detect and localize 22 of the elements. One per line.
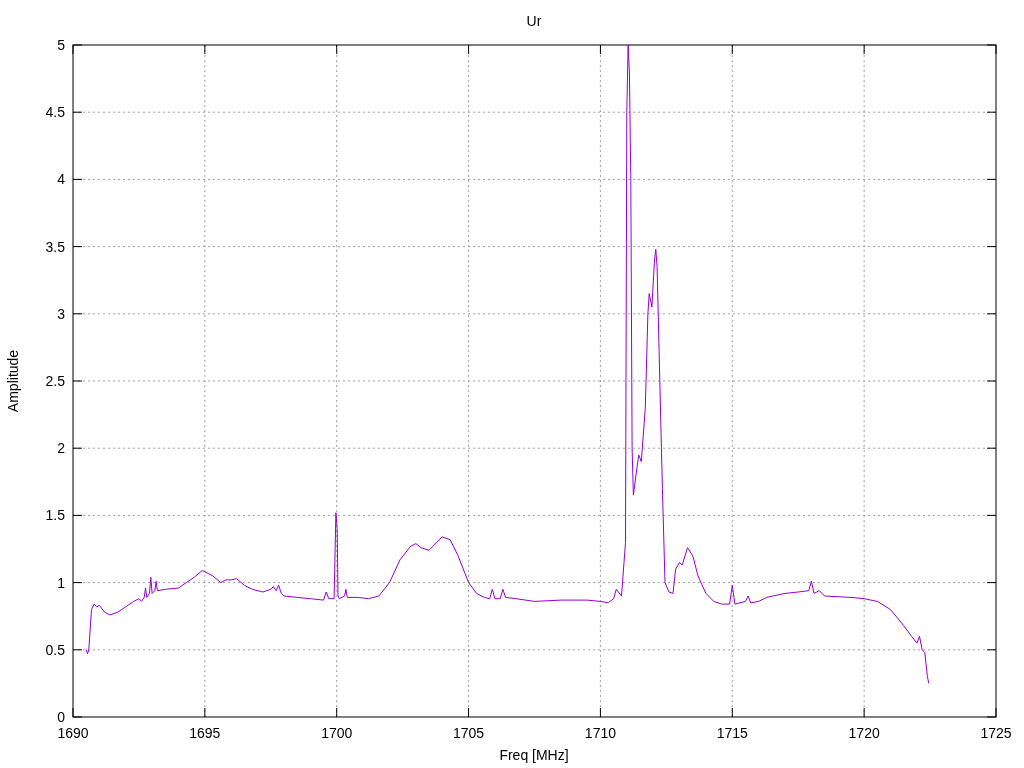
y-axis-title: Amplitude (5, 349, 21, 413)
tick-label: 2 (57, 440, 65, 457)
tick-label: 1725 (980, 725, 1012, 741)
tick-label: 1715 (716, 725, 748, 741)
tick-label: 1710 (584, 725, 616, 741)
tick-label: 2.5 (45, 373, 65, 389)
tick-label: 3.5 (45, 238, 65, 255)
x-axis-title: Freq [MHz] (499, 747, 569, 763)
tick-label: 4.5 (45, 104, 65, 121)
tick-label: 1.5 (45, 507, 65, 524)
tick-label: 5 (57, 37, 65, 53)
chart-title: Ur (526, 13, 542, 29)
tick-label: 1720 (848, 725, 880, 741)
tick-label: 1695 (189, 725, 221, 741)
tick-label: 1 (57, 574, 65, 591)
tick-label: 4 (57, 171, 65, 188)
tick-label: 1690 (57, 725, 89, 741)
tick-label: 0.5 (45, 641, 65, 658)
tick-label: 3 (57, 305, 65, 322)
tick-label: 0 (57, 709, 65, 725)
tick-label: 1705 (453, 725, 485, 741)
tick-label: 1700 (321, 725, 353, 741)
